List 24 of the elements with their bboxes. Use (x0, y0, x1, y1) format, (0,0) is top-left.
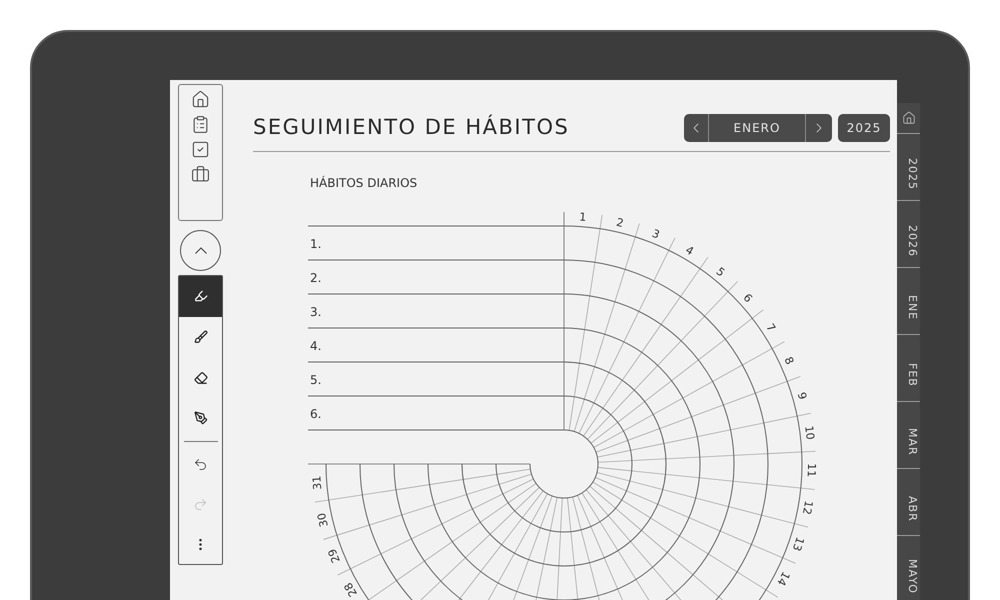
year-button[interactable]: 2025 (838, 114, 890, 142)
side-tab[interactable]: MAR (897, 401, 920, 468)
side-tab[interactable]: 2025 (897, 133, 920, 200)
home-icon (902, 111, 916, 125)
highlighter-icon (194, 289, 208, 304)
clipboard-icon[interactable] (191, 115, 210, 134)
month-label: ENERO (732, 120, 782, 137)
side-tab[interactable]: ENE (897, 267, 920, 334)
briefcase-icon[interactable] (191, 165, 210, 184)
chevron-up-icon (194, 247, 206, 254)
eraser-icon (194, 370, 208, 385)
side-tab[interactable]: FEB (897, 334, 920, 401)
checkbox-icon[interactable] (191, 140, 210, 159)
home-tab[interactable] (897, 103, 920, 133)
collapse-button[interactable] (180, 230, 221, 271)
habit-tracker-drawing: 1. 2. 3. 4. 5. 6. 1 2 3 4 5 6 7 8 9 10 11 12 13 14 28 29 30 31 (290, 200, 890, 600)
pen-icon (194, 411, 208, 426)
home-icon[interactable] (191, 90, 210, 109)
page-title: SEGUIMIENTO DE HÁBITOS (253, 114, 570, 142)
brush-icon (194, 330, 208, 344)
side-tab[interactable]: ABR (897, 468, 920, 535)
side-tab[interactable]: MAYO (897, 535, 920, 600)
section-label: HÁBITOS DIARIOS (310, 175, 418, 191)
side-tab[interactable]: 2026 (897, 200, 920, 267)
